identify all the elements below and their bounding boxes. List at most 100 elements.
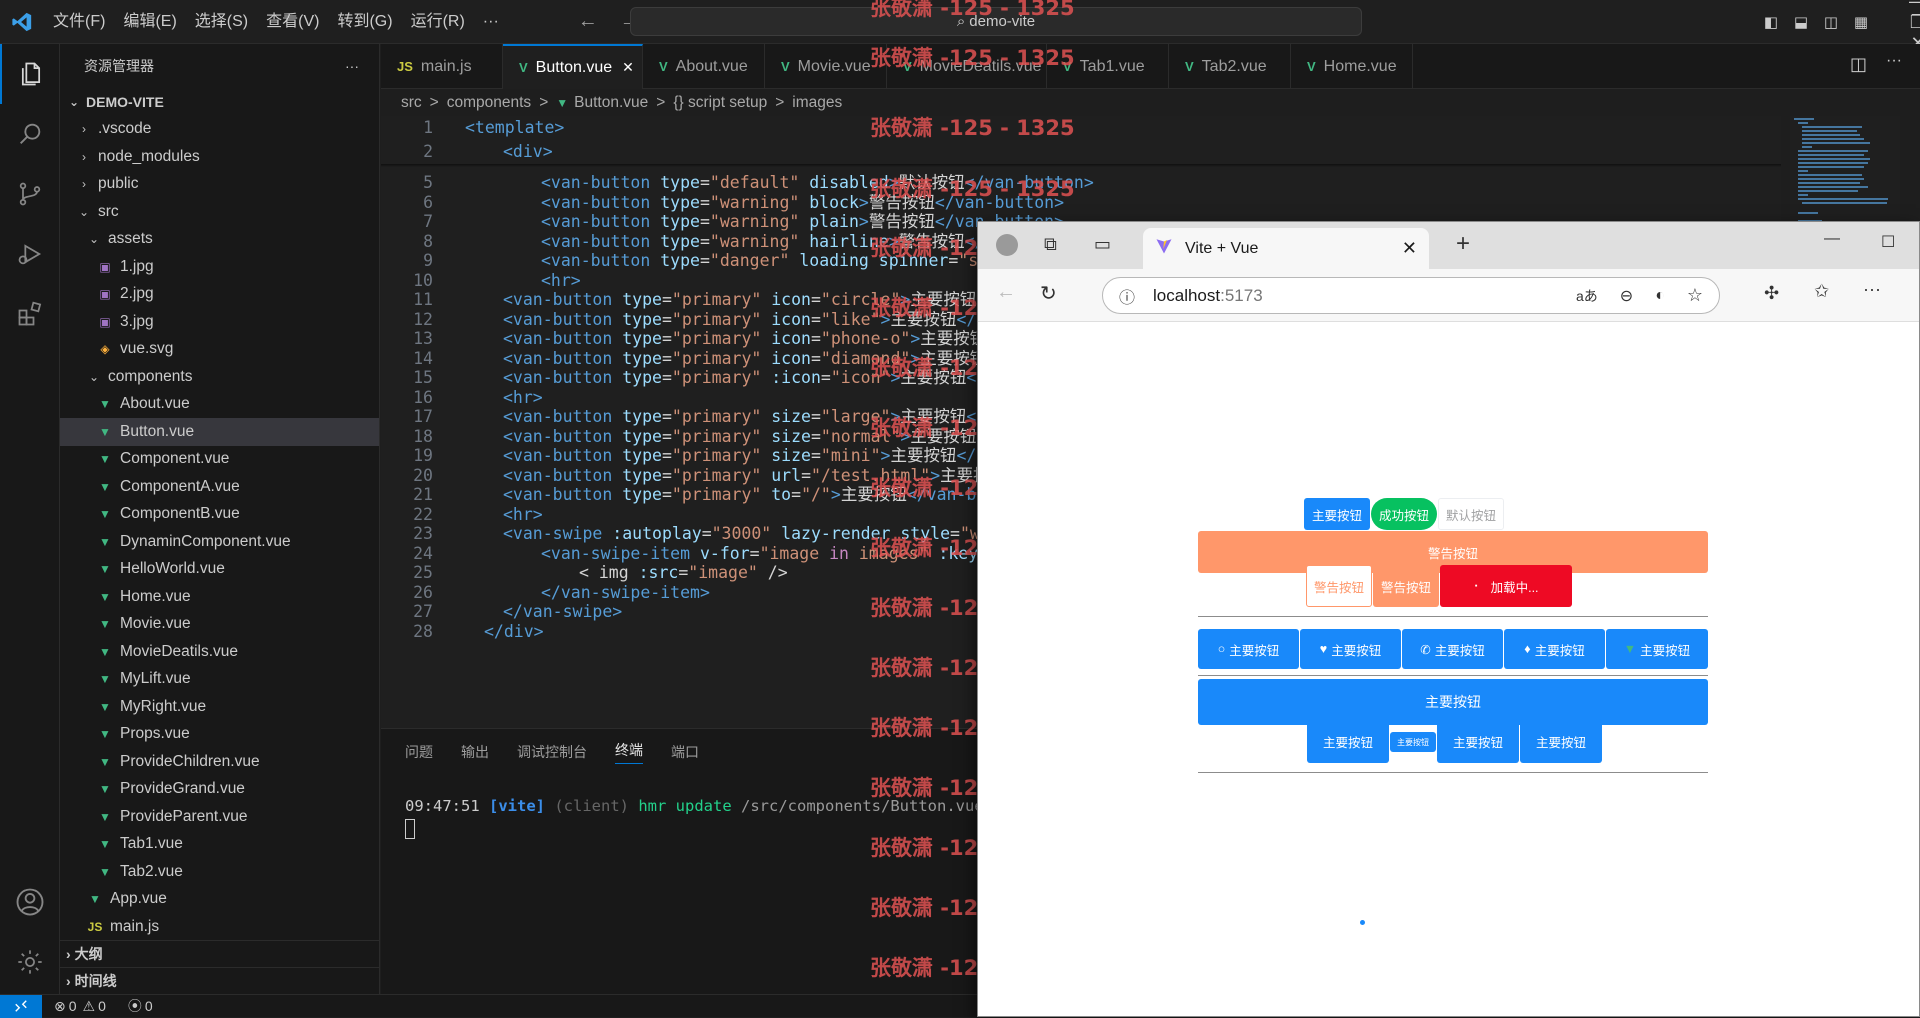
tab-movie-vue[interactable]: V Movie.vue <box>765 44 887 89</box>
toggle-secondary-sidebar-icon[interactable]: ◫ <box>1816 13 1846 31</box>
explorer-icon[interactable] <box>0 44 60 104</box>
minimize-icon[interactable]: — <box>1890 0 1920 12</box>
site-info-icon[interactable]: ⓘ <box>1119 284 1135 308</box>
profile-avatar-icon[interactable] <box>996 234 1018 256</box>
extensions-icon[interactable] <box>0 284 60 344</box>
tree-item-src[interactable]: ⌄ src <box>60 198 379 226</box>
split-editor-icon[interactable]: ◫ <box>1850 54 1867 75</box>
address-bar[interactable]: ⓘ localhost :5173 aあ ⊖ ◐ ☆ <box>1102 277 1720 314</box>
close-icon[interactable]: ✕ <box>622 59 634 76</box>
panel-tab-ports[interactable]: 端口 <box>671 742 699 762</box>
tree-item-props-vue[interactable]: ▼ Props.vue <box>60 721 379 749</box>
tab-home-vue[interactable]: V Home.vue <box>1291 44 1413 89</box>
primary-button[interactable]: 主要按钮 <box>1304 498 1370 530</box>
tree-item-dynamincomponent-vue[interactable]: ▼ DynaminComponent.vue <box>60 528 379 556</box>
warning-hairline-button[interactable]: 警告按钮 <box>1373 565 1439 607</box>
read-aloud-icon[interactable]: aあ <box>1576 286 1598 306</box>
browser-maximize-icon[interactable]: ☐ <box>1881 232 1895 252</box>
timeline-section[interactable]: › 时间线 <box>60 967 380 994</box>
danger-loading-button[interactable]: ⠂ 加载中... <box>1440 565 1572 607</box>
back-arrow-icon[interactable]: ← <box>578 10 598 33</box>
tree-item-myright-vue[interactable]: ▼ MyRight.vue <box>60 693 379 721</box>
normal-button[interactable]: 主要按钮 <box>1307 719 1389 763</box>
customize-layout-icon[interactable]: ▦ <box>1846 13 1876 31</box>
tree-item-moviedeatils-vue[interactable]: ▼ MovieDeatils.vue <box>60 638 379 666</box>
ports-count[interactable]: 0 <box>145 998 153 1014</box>
tree-item-button-vue[interactable]: ▼ Button.vue <box>60 418 379 446</box>
tree-item-component-vue[interactable]: ▼ Component.vue <box>60 446 379 474</box>
icon-custom-button[interactable]: ▼ 主要按钮 <box>1606 629 1708 669</box>
tree-item-movie-vue[interactable]: ▼ Movie.vue <box>60 611 379 639</box>
icon-diamond-button[interactable]: ♦ 主要按钮 <box>1504 629 1605 669</box>
extensions-puzzle-icon[interactable]: ✣ <box>1764 283 1779 304</box>
search-icon[interactable] <box>0 104 60 164</box>
toggle-sidebar-icon[interactable]: ◧ <box>1756 13 1786 31</box>
code-line[interactable]: 28 </div> <box>381 620 543 644</box>
tab-about-vue[interactable]: V About.vue <box>643 44 765 89</box>
url-button[interactable]: 主要按钮 <box>1437 719 1519 763</box>
close-tab-icon[interactable]: ✕ <box>1402 238 1417 259</box>
tree-item-assets[interactable]: ⌄ assets <box>60 226 379 254</box>
code-line[interactable]: 2 <div> <box>381 140 553 164</box>
breadcrumb-item[interactable]: components <box>447 94 531 112</box>
tree-item-provideparent-vue[interactable]: ▼ ProvideParent.vue <box>60 803 379 831</box>
tab-button-vue[interactable]: V Button.vue ✕ <box>503 44 643 89</box>
remote-indicator-icon[interactable] <box>0 994 42 1018</box>
favorite-star-icon[interactable]: ☆ <box>1687 285 1703 306</box>
outline-section[interactable]: › 大纲 <box>60 940 380 967</box>
tree-item-vscode[interactable]: › .vscode <box>60 116 379 144</box>
menu-more[interactable]: ··· <box>474 0 508 44</box>
error-count[interactable]: 0 <box>69 998 77 1014</box>
tree-item-app-vue[interactable]: ▼ App.vue <box>60 886 379 914</box>
tree-item-providegrand-vue[interactable]: ▼ ProvideGrand.vue <box>60 776 379 804</box>
tree-item-about-vue[interactable]: ▼ About.vue <box>60 391 379 419</box>
swipe-indicator-dot[interactable] <box>1360 920 1365 925</box>
tree-item-public[interactable]: › public <box>60 171 379 199</box>
tree-item-helloworld-vue[interactable]: ▼ HelloWorld.vue <box>60 556 379 584</box>
panel-tab-output[interactable]: 输出 <box>461 742 489 762</box>
accounts-icon[interactable] <box>0 872 60 932</box>
mini-button[interactable]: 主要按钮 <box>1390 732 1436 752</box>
zoom-icon[interactable]: ⊖ <box>1620 286 1633 306</box>
tree-item-mylift-vue[interactable]: ▼ MyLift.vue <box>60 666 379 694</box>
tab-tab2-vue[interactable]: V Tab2.vue <box>1169 44 1291 89</box>
project-root[interactable]: ⌄ DEMO-VITE <box>60 88 379 116</box>
browser-tab-active[interactable]: Vite + Vue ✕ <box>1143 228 1429 269</box>
tree-item-componentb-vue[interactable]: ▼ ComponentB.vue <box>60 501 379 529</box>
breadcrumb-item[interactable]: src <box>401 94 422 112</box>
tree-item-vue-svg[interactable]: ◈ vue.svg <box>60 336 379 364</box>
toggle-panel-icon[interactable]: ⬓ <box>1786 13 1816 31</box>
menu-selection[interactable]: 选择(S) <box>186 0 257 44</box>
panel-tab-terminal[interactable]: 终端 <box>615 740 643 764</box>
panel-tab-problems[interactable]: 问题 <box>405 742 433 762</box>
refresh-icon[interactable]: ↻ <box>1040 281 1057 306</box>
icon-circle-button[interactable]: ○ 主要按钮 <box>1198 629 1299 669</box>
tree-item-tab1-vue[interactable]: ▼ Tab1.vue <box>60 831 379 859</box>
menu-edit[interactable]: 编辑(E) <box>114 0 185 44</box>
default-disabled-button[interactable]: 默认按钮 <box>1438 498 1504 530</box>
back-icon[interactable]: ← <box>996 281 1016 304</box>
success-button[interactable]: 成功按钮 <box>1371 498 1437 530</box>
panel-tab-debug-console[interactable]: 调试控制台 <box>517 742 587 762</box>
menu-go[interactable]: 转到(G) <box>328 0 401 44</box>
run-debug-icon[interactable] <box>0 224 60 284</box>
edge-icon[interactable]: ◐ <box>1655 287 1665 305</box>
tree-item-node-modules[interactable]: › node_modules <box>60 143 379 171</box>
tree-item-main-js[interactable]: JS main.js <box>60 913 379 941</box>
breadcrumb-item[interactable]: ▼ Button.vue <box>556 94 648 112</box>
tree-item-components[interactable]: ⌄ components <box>60 363 379 391</box>
source-control-icon[interactable] <box>0 164 60 224</box>
tree-item-2-jpg[interactable]: ▣ 2.jpg <box>60 281 379 309</box>
tree-item-componenta-vue[interactable]: ▼ ComponentA.vue <box>60 473 379 501</box>
more-actions-icon[interactable]: ··· <box>1886 52 1902 70</box>
browser-menu-icon[interactable]: ··· <box>1863 279 1881 300</box>
breadcrumb-item[interactable]: images <box>792 94 842 112</box>
icon-like-button[interactable]: ♥ 主要按钮 <box>1300 629 1401 669</box>
breadcrumb-item[interactable]: {} script setup <box>673 94 767 112</box>
explorer-more-icon[interactable]: ··· <box>345 58 359 74</box>
menu-run[interactable]: 运行(R) <box>402 0 474 44</box>
route-button[interactable]: 主要按钮 <box>1520 719 1602 763</box>
menu-file[interactable]: 文件(F) <box>44 0 114 44</box>
tree-item-tab2-vue[interactable]: ▼ Tab2.vue <box>60 858 379 886</box>
restore-icon[interactable]: ❐ <box>1890 12 1920 33</box>
